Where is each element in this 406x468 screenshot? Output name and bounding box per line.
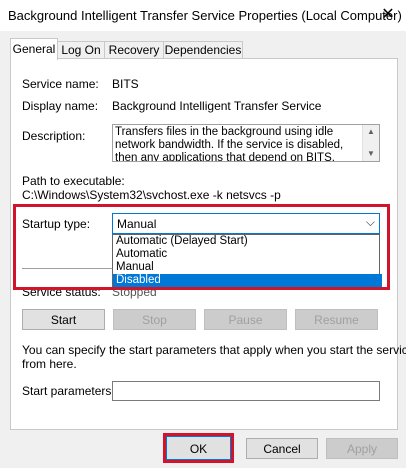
start-button[interactable]: Start: [22, 309, 105, 330]
option-automatic-delayed[interactable]: Automatic (Delayed Start): [113, 235, 382, 248]
scroll-up-icon[interactable]: ▲: [367, 127, 375, 136]
option-automatic[interactable]: Automatic: [113, 248, 382, 261]
display-name-label: Display name:: [22, 99, 99, 113]
service-name-label: Service name:: [22, 77, 99, 91]
startup-type-value: Manual: [117, 217, 157, 231]
path-value: C:\Windows\System32\svchost.exe -k netsv…: [22, 188, 281, 202]
scroll-down-icon[interactable]: ▼: [367, 149, 375, 158]
window-title: Background Intelligent Transfer Service …: [8, 8, 402, 23]
tab-recovery[interactable]: Recovery: [104, 41, 164, 59]
option-manual[interactable]: Manual: [113, 261, 382, 274]
title-bar: Background Intelligent Transfer Service …: [0, 0, 406, 31]
stop-button[interactable]: Stop: [113, 309, 196, 330]
close-icon[interactable]: ✕: [378, 5, 398, 25]
path-label: Path to executable:: [22, 174, 125, 188]
startup-type-select[interactable]: Manual ⌵: [112, 213, 380, 234]
resume-button[interactable]: Resume: [295, 309, 378, 330]
service-name-value: BITS: [112, 77, 139, 91]
description-box[interactable]: Transfers files in the background using …: [112, 124, 380, 162]
description-label: Description:: [22, 129, 86, 143]
apply-button[interactable]: Apply: [326, 438, 398, 459]
cancel-button[interactable]: Cancel: [246, 438, 318, 459]
info-text-line-2: from here.: [22, 357, 77, 371]
ok-button[interactable]: OK: [166, 436, 231, 460]
tab-dependencies[interactable]: Dependencies: [163, 41, 243, 59]
tab-general[interactable]: General: [10, 38, 58, 60]
startup-type-dropdown: Automatic (Delayed Start) Automatic Manu…: [112, 234, 382, 287]
info-text-line-1: You can specify the start parameters tha…: [22, 343, 406, 357]
option-disabled[interactable]: Disabled: [113, 274, 382, 287]
tab-log-on[interactable]: Log On: [57, 41, 105, 59]
service-status-value: Stopped: [112, 285, 157, 299]
service-status-label: Service status:: [22, 285, 101, 299]
pause-button[interactable]: Pause: [204, 309, 287, 330]
start-parameters-input[interactable]: [112, 381, 380, 401]
start-parameters-label: Start parameters:: [22, 384, 115, 398]
description-text: Transfers files in the background using …: [115, 126, 344, 162]
display-name-value: Background Intelligent Transfer Service: [112, 99, 322, 113]
startup-type-label: Startup type:: [22, 217, 91, 231]
description-scrollbar[interactable]: ▲ ▼: [362, 125, 379, 161]
chevron-down-icon[interactable]: ⌵: [366, 215, 375, 230]
